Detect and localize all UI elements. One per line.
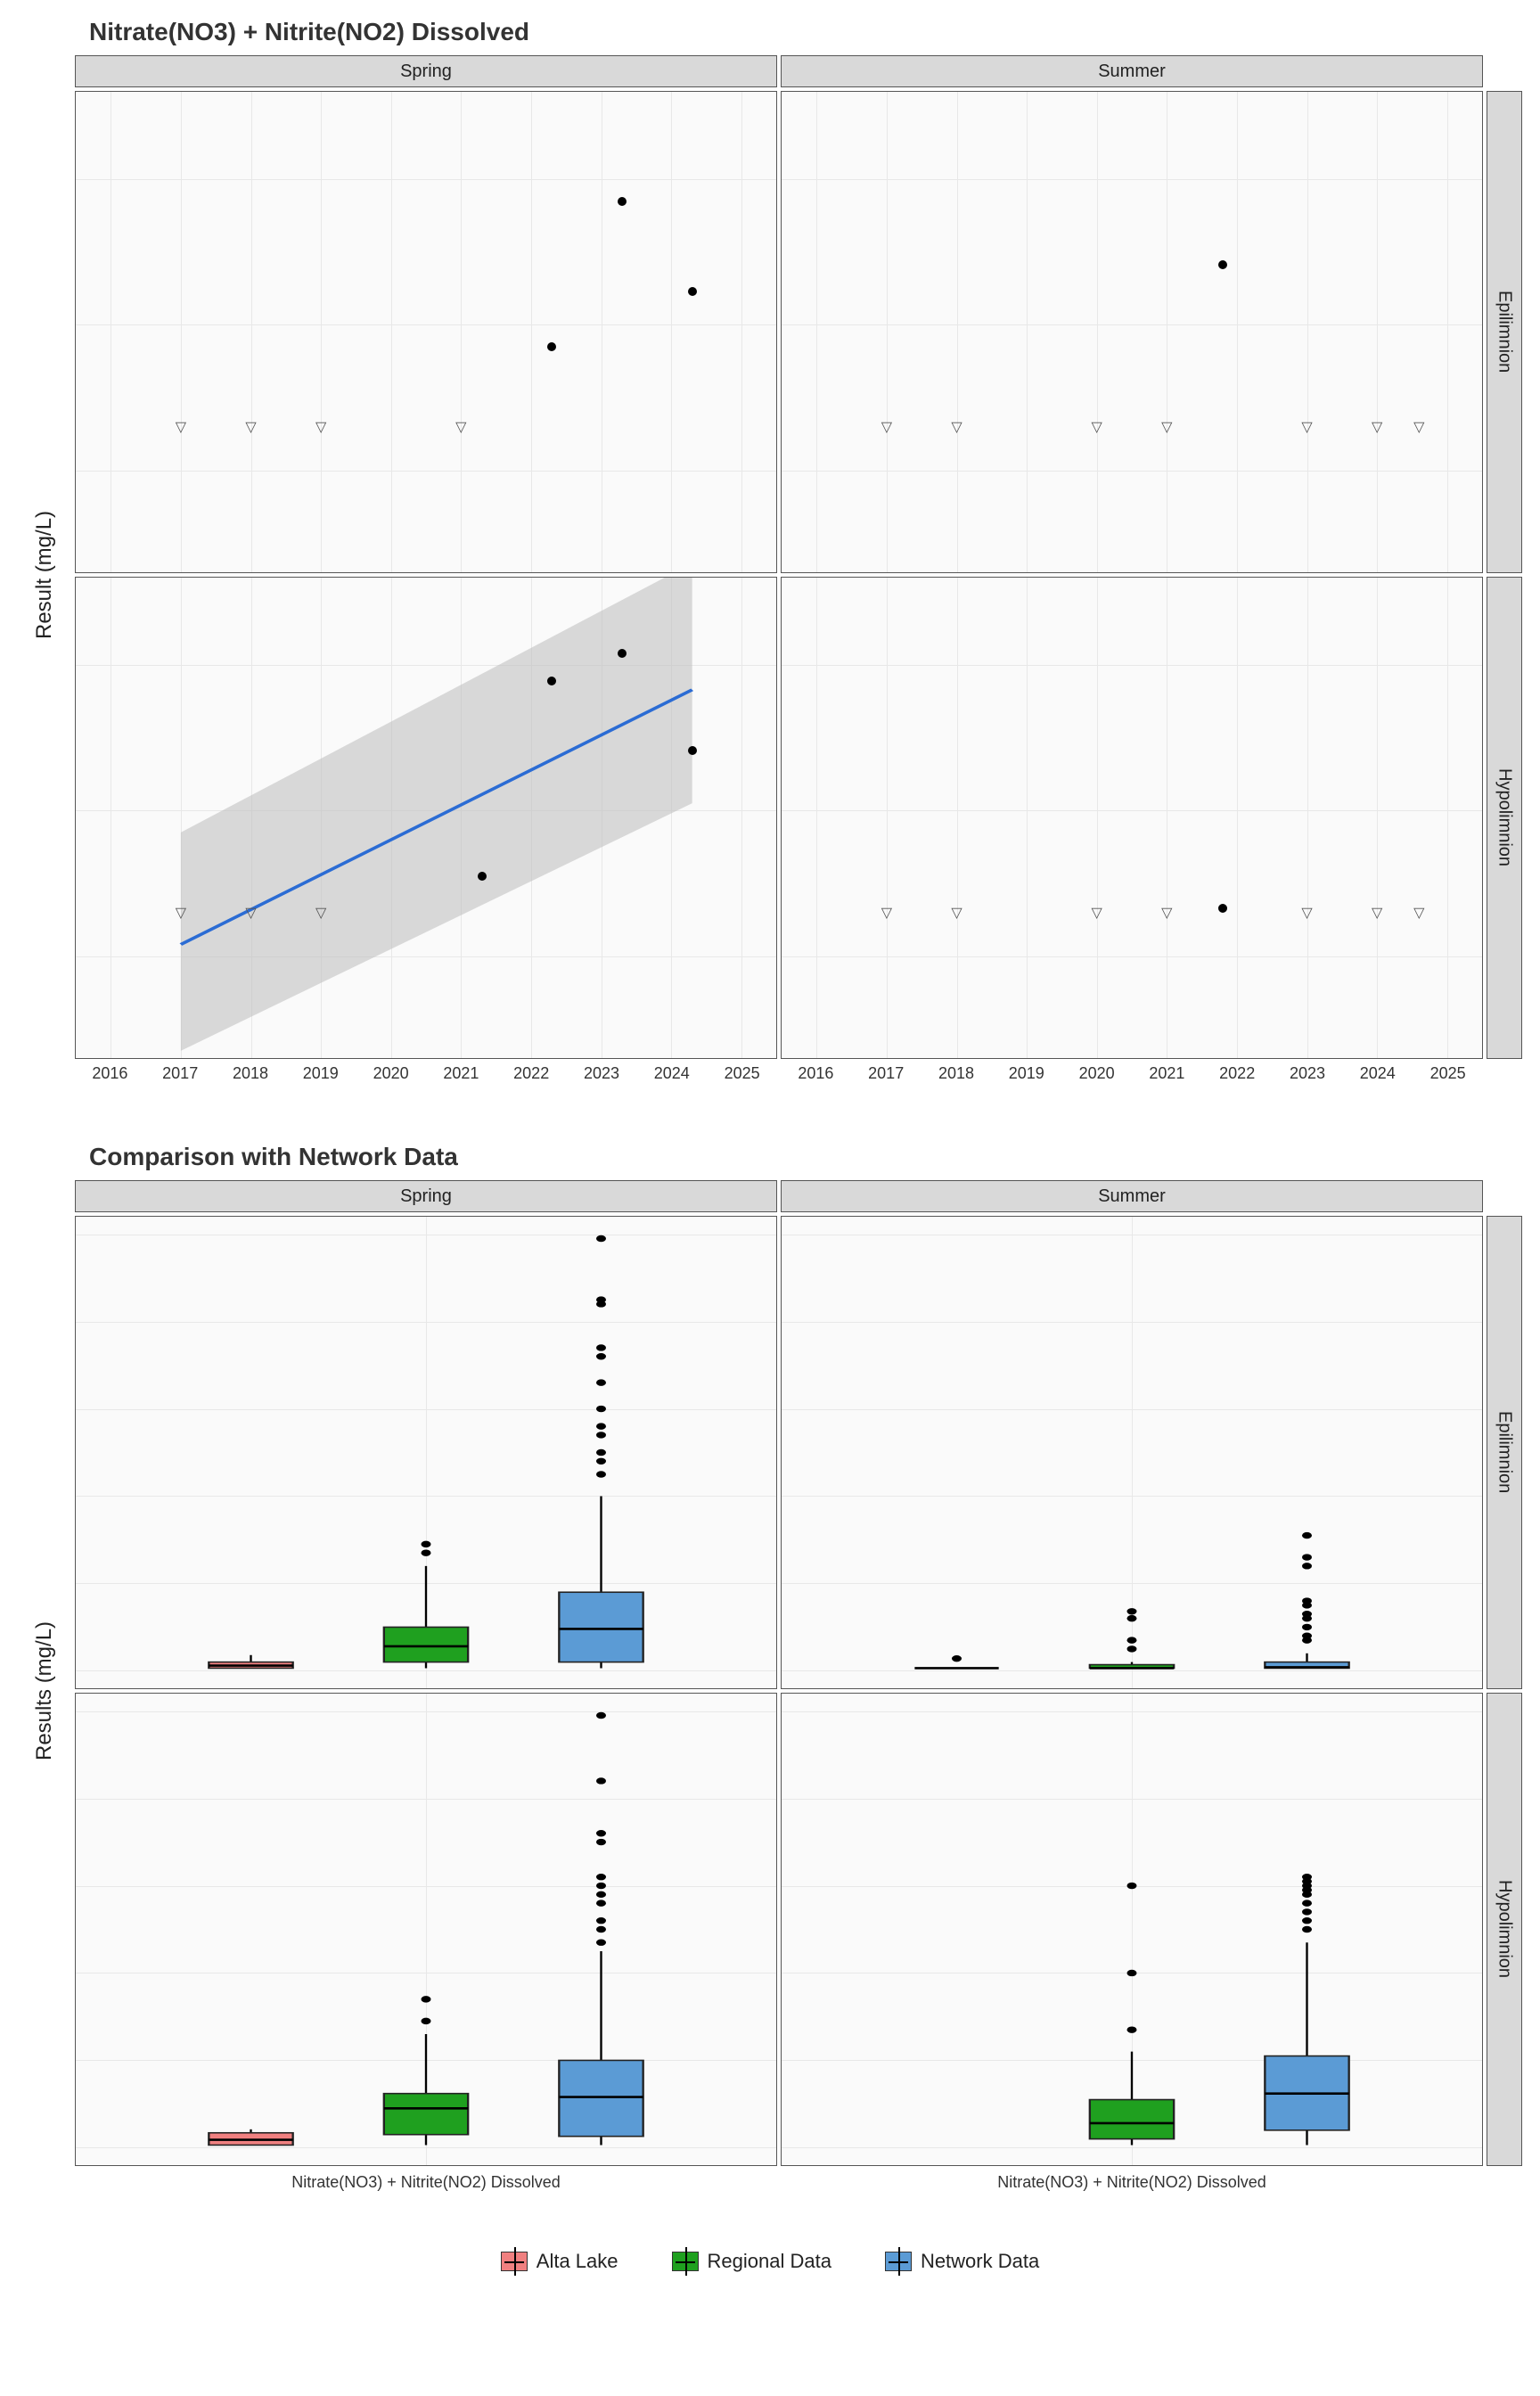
col-strip-spring: Spring: [75, 55, 777, 87]
legend-item-alta: Alta Lake: [501, 2250, 618, 2273]
chart1-xaxis-right: 2016201720182019202020212022202320242025: [781, 1063, 1483, 1107]
chart1-title: Nitrate(NO3) + Nitrite(NO2) Dissolved: [89, 18, 1522, 46]
legend-item-network: Network Data: [885, 2250, 1039, 2273]
chart2-title: Comparison with Network Data: [89, 1143, 1522, 1171]
box-col-summer: Summer: [781, 1180, 1483, 1212]
box-row-hypo: Hypolimnion: [1487, 1693, 1522, 2166]
legend-swatch-network: [885, 2252, 912, 2271]
chart2-xaxis-left: Nitrate(NO3) + Nitrite(NO2) Dissolved: [75, 2170, 777, 2214]
legend-swatch-regional: [672, 2252, 699, 2271]
legend: Alta Lake Regional Data Network Data: [18, 2250, 1522, 2273]
chart2-ylabel: Results (mg/L): [18, 1216, 71, 2166]
boxplot-chart-section: Comparison with Network Data Spring Summ…: [18, 1143, 1522, 2214]
col-strip-summer: Summer: [781, 55, 1483, 87]
panel-summer-epi: ▽▽▽▽▽▽▽: [781, 91, 1483, 573]
chart2-xaxis-right: Nitrate(NO3) + Nitrite(NO2) Dissolved: [781, 2170, 1483, 2214]
chart1-ylabel: Result (mg/L): [18, 91, 71, 1059]
panel-summer-hypo: ▽▽▽▽▽▽▽: [781, 577, 1483, 1059]
box-panel-spring-epi: 0.00.10.20.30.40.5: [75, 1216, 777, 1689]
box-panel-summer-hypo: [781, 1693, 1483, 2166]
chart1-xaxis-left: 2016201720182019202020212022202320242025: [75, 1063, 777, 1107]
box-col-spring: Spring: [75, 1180, 777, 1212]
row-strip-hypo: Hypolimnion: [1487, 577, 1522, 1059]
scatter-chart-section: Nitrate(NO3) + Nitrite(NO2) Dissolved Sp…: [18, 18, 1522, 1107]
box-panel-summer-epi: [781, 1216, 1483, 1689]
chart2-grid: Spring Summer Results (mg/L) 0.00.10.20.…: [18, 1180, 1522, 2214]
row-strip-epi: Epilimnion: [1487, 91, 1522, 573]
panel-spring-epi: ▽▽▽▽0.000.010.02: [75, 91, 777, 573]
box-panel-spring-hypo: 0.00.10.20.30.40.5: [75, 1693, 777, 2166]
box-row-epi: Epilimnion: [1487, 1216, 1522, 1689]
legend-item-regional: Regional Data: [672, 2250, 831, 2273]
legend-swatch-alta: [501, 2252, 528, 2271]
panel-spring-hypo: ▽▽▽0.000.010.02: [75, 577, 777, 1059]
chart1-grid: Spring Summer Result (mg/L) ▽▽▽▽0.000.01…: [18, 55, 1522, 1107]
